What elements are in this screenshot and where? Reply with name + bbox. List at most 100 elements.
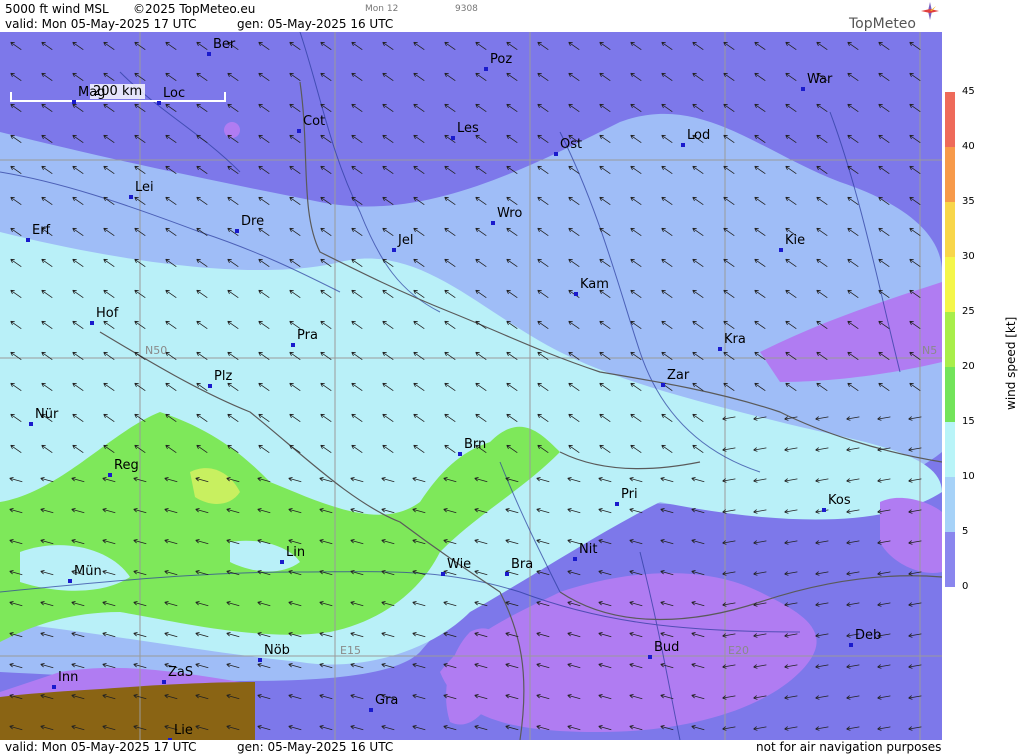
city-name: Bud xyxy=(654,640,680,655)
city-dot xyxy=(280,560,284,564)
city-dot xyxy=(718,347,722,351)
city-name: Erf xyxy=(32,223,51,238)
city-dot xyxy=(52,685,56,689)
city-name: Zar xyxy=(667,368,690,383)
city-name: Plz xyxy=(214,369,233,384)
city-name: Mün xyxy=(74,564,102,579)
city-dot xyxy=(72,100,76,104)
city-name: Nür xyxy=(35,407,59,422)
map-title: 5000 ft wind MSL xyxy=(5,2,109,16)
legend-swatch-15 xyxy=(945,422,955,477)
city-name: Loc xyxy=(163,86,186,101)
legend-tick: 45 xyxy=(962,86,975,97)
city-dot xyxy=(369,708,373,712)
legend-tick: 25 xyxy=(962,306,975,317)
city-name: Pra xyxy=(297,328,318,343)
city-dot xyxy=(801,87,805,91)
city-dot xyxy=(258,658,262,662)
city-dot xyxy=(458,452,462,456)
model-label: Mon 12 xyxy=(365,4,399,14)
city-dot xyxy=(491,221,495,225)
city-name: Dre xyxy=(241,214,265,229)
city-name: Brn xyxy=(464,437,487,452)
city-name: ZaS xyxy=(168,665,194,680)
legend-color-bar xyxy=(945,92,955,587)
city-dot xyxy=(68,579,72,583)
city-dot xyxy=(162,680,166,684)
city-dot xyxy=(392,248,396,252)
disclaimer: not for air navigation purposes xyxy=(756,740,942,754)
legend-swatch-25 xyxy=(945,312,955,367)
footer-valid-time: valid: Mon 05-May-2025 17 UTC xyxy=(5,740,197,754)
legend-title: wind speed [kt] xyxy=(1004,316,1018,410)
city-name: Nöb xyxy=(264,643,290,658)
city-dot xyxy=(574,292,578,296)
legend-tick: 30 xyxy=(962,251,975,262)
legend-tick: 35 xyxy=(962,196,975,207)
city-name: Bra xyxy=(511,557,534,572)
city-name: Kie xyxy=(785,233,806,248)
city-dot xyxy=(26,238,30,242)
city-name: War xyxy=(807,72,833,87)
city-dot xyxy=(207,52,211,56)
city-name: Hof xyxy=(96,306,119,321)
legend-swatch-10 xyxy=(945,477,955,532)
legend-swatch-5 xyxy=(945,532,955,587)
legend-tick: 15 xyxy=(962,416,975,427)
city-name: Lei xyxy=(135,180,154,195)
city-dot xyxy=(129,195,133,199)
city-name: Ber xyxy=(213,37,236,52)
legend-tick: 20 xyxy=(962,361,975,372)
legend-swatch-35 xyxy=(945,202,955,257)
city-dot xyxy=(822,508,826,512)
valid-time: valid: Mon 05-May-2025 17 UTC xyxy=(5,17,197,31)
city-name: Inn xyxy=(58,670,79,685)
legend-tick: 0 xyxy=(962,581,969,592)
city-name: Kos xyxy=(828,493,851,508)
wind-speed-legend: 45 40 35 30 25 20 15 10 5 0 wind speed [… xyxy=(942,32,1033,740)
grid-label-e15: E15 xyxy=(340,644,361,657)
legend-swatch-20 xyxy=(945,367,955,422)
legend-swatch-45 xyxy=(945,92,955,147)
wind-map[interactable]: 200 km N50 N5 E15 E20 Ber Poz War Mag Lo… xyxy=(0,32,942,740)
city-name: Ost xyxy=(560,137,583,152)
city-dot xyxy=(441,572,445,576)
city-dot xyxy=(484,67,488,71)
footer-generated-time: gen: 05-May-2025 16 UTC xyxy=(237,740,394,754)
city-name: Poz xyxy=(490,52,513,67)
city-name: Wie xyxy=(447,557,472,572)
grid-label-n50: N50 xyxy=(145,344,168,357)
compass-icon xyxy=(921,2,939,20)
city-name: Kam xyxy=(580,277,609,292)
grid-label-e20: E20 xyxy=(728,644,749,657)
city-dot xyxy=(451,136,455,140)
city-name: Lod xyxy=(687,128,711,143)
legend-swatch-40 xyxy=(945,147,955,202)
city-dot xyxy=(681,143,685,147)
city-name: Cot xyxy=(303,114,326,129)
city-dot xyxy=(90,321,94,325)
city-name: Lie xyxy=(174,723,193,738)
grid-label-n50-right: N5 xyxy=(922,344,938,357)
wind-field xyxy=(0,32,942,740)
city-dot xyxy=(108,473,112,477)
run-code: 9308 xyxy=(455,4,478,14)
generated-time: gen: 05-May-2025 16 UTC xyxy=(237,17,394,31)
city-name: Mag xyxy=(78,85,106,100)
city-dot xyxy=(849,643,853,647)
city-name: Gra xyxy=(375,693,399,708)
city-dot xyxy=(505,572,509,576)
city-name: Reg xyxy=(114,458,139,473)
city-name: Lin xyxy=(286,545,306,560)
city-name: Les xyxy=(457,121,479,136)
legend-swatch-30 xyxy=(945,257,955,312)
city-dot xyxy=(779,248,783,252)
city-name: Nit xyxy=(579,542,598,557)
topmeteo-logo[interactable]: TopMeteo xyxy=(849,16,916,32)
city-dot xyxy=(157,101,161,105)
city-dot xyxy=(208,384,212,388)
city-dot xyxy=(661,383,665,387)
city-dot xyxy=(291,343,295,347)
city-name: Kra xyxy=(724,332,746,347)
legend-tick: 10 xyxy=(962,471,975,482)
